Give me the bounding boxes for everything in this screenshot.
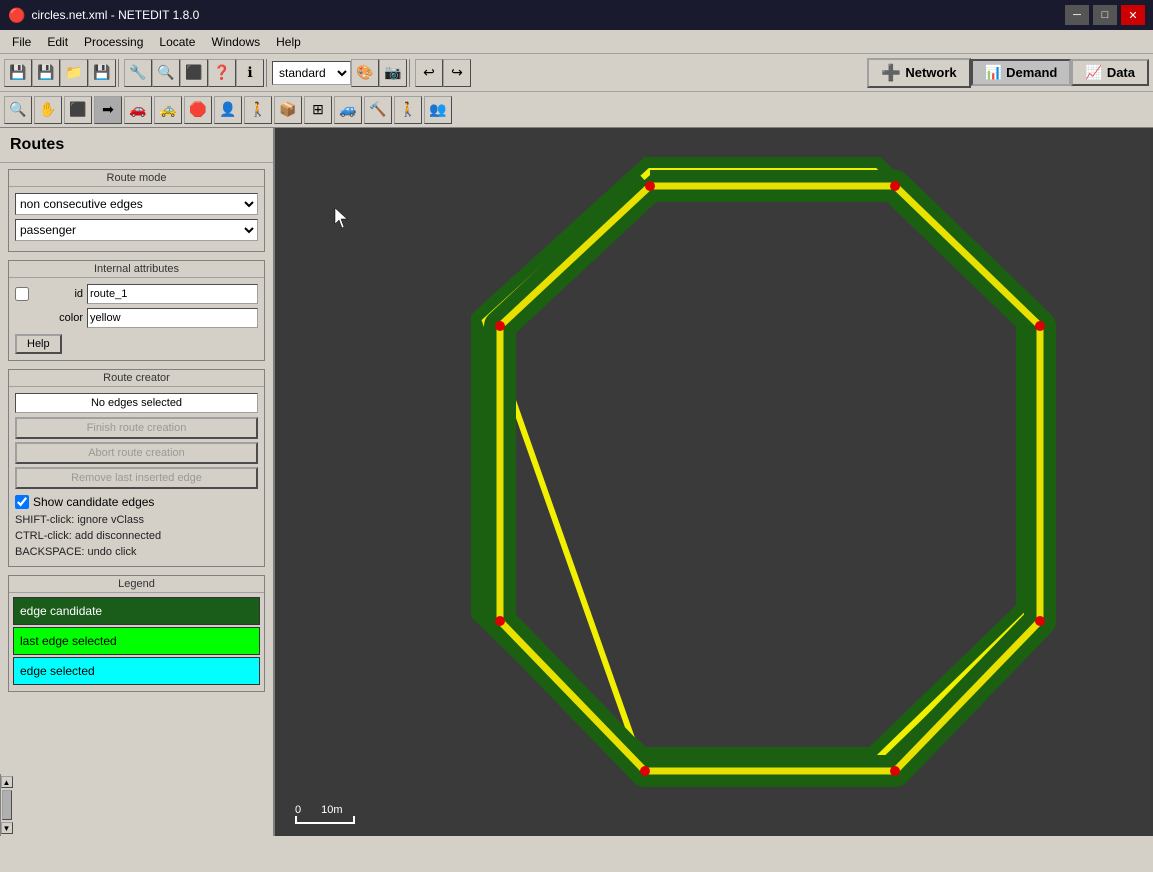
panel-title: Routes — [0, 128, 273, 163]
hint3: BACKSPACE: undo click — [15, 544, 258, 560]
person-btn[interactable]: 👤 — [214, 96, 242, 124]
demand-label: Demand — [1006, 65, 1057, 80]
menu-locate[interactable]: Locate — [151, 33, 203, 51]
menu-bar: File Edit Processing Locate Windows Help — [0, 30, 1153, 54]
edge-selected-color: edge selected — [14, 658, 259, 684]
color-btn[interactable]: 🎨 — [351, 59, 379, 87]
save2-btn[interactable]: 💾 — [32, 59, 60, 87]
edge-candidate-label: edge candidate — [20, 604, 102, 618]
id-label: id — [33, 288, 83, 300]
magnet-btn[interactable]: 🔧 — [124, 59, 152, 87]
network-mode-button[interactable]: ➕ Network — [867, 58, 970, 88]
redo-btn[interactable]: ↪ — [443, 59, 471, 87]
scale-0: 0 — [295, 804, 301, 816]
menu-help[interactable]: Help — [268, 33, 309, 51]
network-label: Network — [905, 65, 956, 80]
hint1: SHIFT-click: ignore vClass — [15, 512, 258, 528]
legend-edge-selected: edge selected — [13, 657, 260, 685]
id-input[interactable] — [87, 284, 258, 304]
menu-edit[interactable]: Edit — [39, 33, 76, 51]
route-status: No edges selected — [15, 393, 258, 413]
color-label: color — [33, 312, 83, 324]
main-layout: Routes Route mode non consecutive edges … — [0, 128, 1153, 836]
route-creator-section: Route creator No edges selected Finish r… — [8, 369, 265, 567]
legend-title: Legend — [9, 576, 264, 593]
table-btn[interactable]: ⊞ — [304, 96, 332, 124]
info-btn[interactable]: ℹ — [236, 59, 264, 87]
finish-route-button[interactable]: Finish route creation — [15, 417, 258, 439]
route-mode-dropdown[interactable]: non consecutive edges consecutive edges — [15, 193, 258, 215]
menu-file[interactable]: File — [4, 33, 39, 51]
toolbar2: 🔍 ✋ ⬛ ➡ 🚗 🚕 🛑 👤 🚶 📦 ⊞ 🚙 🔨 🚶 👥 — [0, 92, 1153, 128]
vehicle-class-dropdown[interactable]: passenger truck bus bicycle — [15, 219, 258, 241]
title-bar: 🔴 circles.net.xml - NETEDIT 1.8.0 ─ □ ✕ — [0, 0, 1153, 30]
help-button[interactable]: Help — [15, 334, 62, 354]
demand-mode-button[interactable]: 📊 Demand — [971, 59, 1072, 86]
container-btn[interactable]: 📦 — [274, 96, 302, 124]
network-svg — [275, 128, 1153, 836]
help-tb-btn[interactable]: ❓ — [208, 59, 236, 87]
header-bar: 💾 💾 📁 💾 🔧 🔍 ⬛ ❓ ℹ standard real world 🎨 … — [0, 54, 1153, 92]
app-icon: 🔴 — [8, 7, 25, 24]
scale-10m: 10m — [321, 804, 342, 816]
inspect-btn[interactable]: 🔍 — [4, 96, 32, 124]
select-btn[interactable]: ⬛ — [180, 59, 208, 87]
person2-btn[interactable]: 👥 — [424, 96, 452, 124]
panel-scroll: Route mode non consecutive edges consecu… — [0, 163, 273, 774]
legend-last-edge: last edge selected — [13, 627, 260, 655]
view-select[interactable]: standard real world — [272, 61, 351, 85]
route-btn[interactable]: ➡ — [94, 96, 122, 124]
show-candidate-label: Show candidate edges — [33, 495, 154, 509]
car2-btn[interactable]: 🚙 — [334, 96, 362, 124]
internal-attrs-section: Internal attributes id color Help — [8, 260, 265, 361]
color-input[interactable] — [87, 308, 258, 328]
legend-section: Legend edge candidate last edge selected — [8, 575, 265, 692]
tools-btn[interactable]: 🔨 — [364, 96, 392, 124]
left-panel: Routes Route mode non consecutive edges … — [0, 128, 275, 836]
edge-btn[interactable]: ⬛ — [64, 96, 92, 124]
vehicle-btn[interactable]: 🚗 — [124, 96, 152, 124]
scroll-thumb[interactable] — [2, 790, 12, 820]
last-edge-color: last edge selected — [14, 628, 259, 654]
route-mode-section: Route mode non consecutive edges consecu… — [8, 169, 265, 252]
data-mode-button[interactable]: 📈 Data — [1071, 59, 1149, 86]
internal-attrs-title: Internal attributes — [9, 261, 264, 278]
edge-candidate-color: edge candidate — [14, 598, 259, 624]
abort-route-button[interactable]: Abort route creation — [15, 442, 258, 464]
data-label: Data — [1107, 65, 1135, 80]
canvas-area[interactable]: 0 10m — [275, 128, 1153, 836]
pedestrian-btn[interactable]: 🚶 — [394, 96, 422, 124]
last-edge-label: last edge selected — [20, 634, 117, 648]
maximize-button[interactable]: □ — [1093, 5, 1117, 25]
screenshot-btn[interactable]: 📷 — [379, 59, 407, 87]
save3-btn[interactable]: 💾 — [88, 59, 116, 87]
route-creator-title: Route creator — [9, 370, 264, 387]
show-candidate-checkbox[interactable] — [15, 495, 29, 509]
menu-windows[interactable]: Windows — [203, 33, 268, 51]
show-candidate-row: Show candidate edges — [15, 492, 258, 512]
edge-selected-label: edge selected — [20, 664, 95, 678]
route-mode-title: Route mode — [9, 170, 264, 187]
scale-line — [295, 816, 355, 824]
undo-btn[interactable]: ↩ — [415, 59, 443, 87]
hint2: CTRL-click: add disconnected — [15, 528, 258, 544]
minimize-button[interactable]: ─ — [1065, 5, 1089, 25]
remove-last-edge-button[interactable]: Remove last inserted edge — [15, 467, 258, 489]
scroll-up[interactable]: ▲ — [1, 776, 13, 788]
stop-btn[interactable]: 🛑 — [184, 96, 212, 124]
close-button[interactable]: ✕ — [1121, 5, 1145, 25]
scroll-down[interactable]: ▼ — [1, 822, 13, 834]
app-title: circles.net.xml - NETEDIT 1.8.0 — [31, 8, 199, 22]
id-checkbox[interactable] — [15, 287, 29, 301]
select2-btn[interactable]: ✋ — [34, 96, 62, 124]
panel-scrollbar[interactable]: ▲ ▼ — [0, 774, 12, 836]
zoom-btn[interactable]: 🔍 — [152, 59, 180, 87]
save-btn[interactable]: 💾 — [4, 59, 32, 87]
walk-btn[interactable]: 🚶 — [244, 96, 272, 124]
scale-bar: 0 10m — [295, 804, 355, 824]
vehicle2-btn[interactable]: 🚕 — [154, 96, 182, 124]
load-btn[interactable]: 📁 — [60, 59, 88, 87]
menu-processing[interactable]: Processing — [76, 33, 151, 51]
legend-edge-candidate: edge candidate — [13, 597, 260, 625]
